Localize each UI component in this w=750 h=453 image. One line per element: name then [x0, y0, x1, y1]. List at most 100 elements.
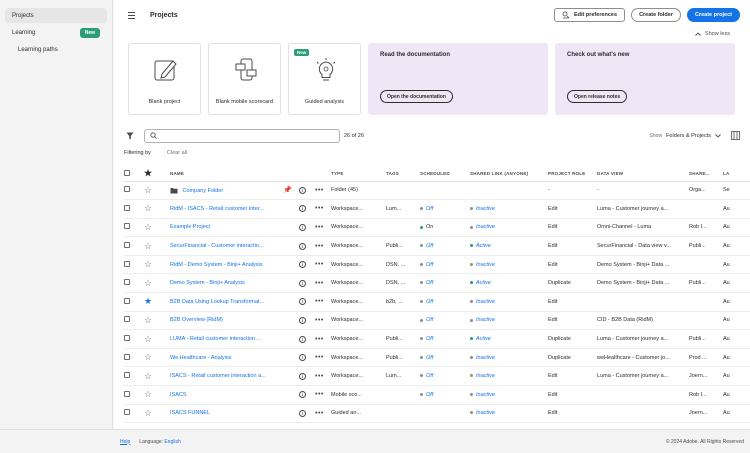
star-outline-icon[interactable]: ☆ — [144, 185, 152, 195]
create-folder-button[interactable]: Create folder — [631, 8, 681, 22]
guided-analysis-card[interactable]: New Guided analysis — [288, 43, 361, 115]
open-documentation-button[interactable]: Open the documentation — [380, 90, 453, 103]
row-checkbox[interactable] — [124, 204, 130, 211]
star-outline-icon[interactable]: ☆ — [144, 334, 152, 344]
hamburger-menu-icon[interactable] — [124, 8, 138, 22]
sidebar-item-learning-paths[interactable]: Learning paths — [5, 42, 107, 57]
info-icon[interactable]: i — [299, 372, 306, 380]
table-row[interactable]: ☆ RidM - Demo System - Binji+ Analysis i… — [124, 255, 750, 275]
scheduled-cell[interactable]: Off — [420, 255, 470, 275]
info-icon[interactable]: i — [299, 242, 306, 250]
table-row[interactable]: ☆ Company Folder 📌 i ••• Folder (45) - -… — [124, 181, 750, 201]
language-link[interactable]: English — [164, 439, 180, 445]
project-name[interactable]: ISACS FUNNEL — [170, 404, 283, 424]
table-row[interactable]: ☆ B2B Overview (RidM) i ••• Workspace...… — [124, 311, 750, 331]
info-icon[interactable]: i — [299, 261, 306, 269]
table-row[interactable]: ★ B2B Data Using Lookup Transformat... i… — [124, 292, 750, 312]
table-row[interactable]: ☆ RidM - ISACS - Retail customer inter..… — [124, 199, 750, 219]
project-name[interactable]: Demo System - Binji+ Analysis — [170, 273, 283, 294]
row-checkbox[interactable] — [124, 353, 130, 360]
row-checkbox[interactable] — [124, 186, 130, 193]
star-outline-icon[interactable]: ☆ — [144, 389, 152, 399]
table-row[interactable]: ☆ ISACS - Retail customer interaction a.… — [124, 366, 750, 387]
info-icon[interactable]: i — [299, 186, 306, 194]
sidebar-item-projects[interactable]: Projects — [5, 8, 107, 23]
table-row[interactable]: ☆ SecurFinancial - Customer interactio..… — [124, 236, 750, 256]
help-link[interactable]: Help — [120, 439, 130, 445]
shared-link-cell[interactable]: Inactive — [470, 404, 548, 424]
star-outline-icon[interactable]: ☆ — [144, 315, 152, 325]
column-header-data-view[interactable]: DATA VIEW — [597, 167, 689, 182]
star-outline-icon[interactable]: ☆ — [144, 278, 152, 288]
more-actions-icon[interactable]: ••• — [315, 354, 324, 361]
more-actions-icon[interactable]: ••• — [315, 391, 324, 398]
star-outline-icon[interactable]: ☆ — [144, 222, 152, 232]
row-checkbox[interactable] — [124, 335, 130, 342]
column-header-project-role[interactable]: PROJECT ROLE — [548, 167, 597, 182]
info-icon[interactable]: i — [299, 316, 306, 324]
shared-link-cell[interactable]: Inactive — [470, 199, 548, 219]
more-actions-icon[interactable]: ••• — [315, 224, 324, 231]
info-icon[interactable]: i — [299, 205, 306, 213]
info-icon[interactable]: i — [299, 279, 306, 287]
scheduled-cell[interactable]: Off — [420, 329, 470, 349]
star-filled-icon[interactable]: ★ — [144, 296, 152, 306]
project-name[interactable]: SecurFinancial - Customer interactio... — [170, 236, 283, 256]
project-name[interactable]: We.Healthcare - Analysis — [170, 348, 283, 368]
show-select[interactable]: Folders & Projects — [666, 133, 721, 139]
pin-icon[interactable]: 📌 — [283, 187, 292, 194]
info-icon[interactable]: i — [299, 409, 306, 417]
more-actions-icon[interactable]: ••• — [315, 243, 324, 250]
table-row[interactable]: ☆ We.Healthcare - Analysis i ••• Workspa… — [124, 348, 750, 368]
sidebar-item-learning[interactable]: Learning New — [5, 25, 107, 40]
scheduled-cell[interactable]: Off — [420, 385, 470, 405]
filter-icon[interactable] — [124, 130, 136, 142]
table-row[interactable]: ☆ ISACS i ••• Mobile sco... Off Inactive… — [124, 385, 750, 405]
project-name[interactable]: ISACS - Retail customer interaction a... — [170, 366, 283, 387]
column-header-scheduled[interactable]: SCHEDULED — [420, 167, 470, 182]
star-outline-icon[interactable]: ☆ — [144, 408, 152, 418]
blank-mobile-scorecard-card[interactable]: Blank mobile scorecard — [208, 43, 281, 115]
shared-link-cell[interactable]: Active — [470, 236, 548, 256]
project-name[interactable]: Company Folder — [170, 181, 283, 201]
project-name[interactable]: RidM - Demo System - Binji+ Analysis — [170, 255, 283, 275]
row-checkbox[interactable] — [124, 372, 130, 379]
star-outline-icon[interactable]: ☆ — [144, 241, 152, 251]
table-row[interactable]: ☆ LUMA - Retail customer interaction ...… — [124, 329, 750, 349]
more-actions-icon[interactable]: ••• — [315, 373, 324, 380]
column-header-shared[interactable]: SHARE... — [689, 167, 723, 182]
star-outline-icon[interactable]: ☆ — [144, 259, 152, 269]
column-header-type[interactable]: TYPE — [331, 167, 386, 182]
scheduled-cell[interactable]: On — [420, 218, 470, 238]
blank-project-card[interactable]: Blank project — [128, 43, 201, 115]
column-header-name[interactable]: NAME — [170, 167, 283, 182]
info-icon[interactable]: i — [299, 391, 306, 399]
table-row[interactable]: ☆ ISACS FUNNEL i ••• Guided an... Inacti… — [124, 404, 750, 424]
project-name[interactable]: ISACS — [170, 385, 283, 405]
project-name[interactable]: B2B Overview (RidM) — [170, 311, 283, 331]
scheduled-cell[interactable]: Off — [420, 273, 470, 294]
edit-preferences-button[interactable]: Edit preferences — [553, 8, 626, 22]
shared-link-cell[interactable]: Inactive — [470, 255, 548, 275]
more-actions-icon[interactable]: ••• — [315, 410, 324, 417]
more-actions-icon[interactable]: ••• — [315, 317, 324, 324]
row-checkbox[interactable] — [124, 316, 130, 323]
column-settings-icon[interactable] — [731, 131, 740, 140]
project-name[interactable]: Example Project — [170, 218, 283, 238]
shared-link-cell[interactable]: Inactive — [470, 385, 548, 405]
shared-link-cell[interactable]: Inactive — [470, 348, 548, 368]
select-all-checkbox[interactable] — [124, 170, 130, 177]
more-actions-icon[interactable]: ••• — [315, 336, 324, 343]
select-all-header[interactable] — [124, 167, 144, 182]
scheduled-cell[interactable]: Off — [420, 199, 470, 219]
scheduled-cell[interactable]: Off — [420, 348, 470, 368]
row-checkbox[interactable] — [124, 409, 130, 416]
column-header-shared-link[interactable]: SHARED LINK (ANYONE) — [470, 167, 548, 182]
project-name[interactable]: RidM - ISACS - Retail customer inter... — [170, 199, 283, 219]
more-actions-icon[interactable]: ••• — [315, 261, 324, 268]
more-actions-icon[interactable]: ••• — [315, 280, 324, 287]
scheduled-cell[interactable]: Off — [420, 366, 470, 387]
table-row[interactable]: ☆ Demo System - Binji+ Analysis i ••• Wo… — [124, 273, 750, 294]
more-actions-icon[interactable]: ••• — [315, 298, 324, 305]
search-input[interactable] — [144, 128, 340, 143]
